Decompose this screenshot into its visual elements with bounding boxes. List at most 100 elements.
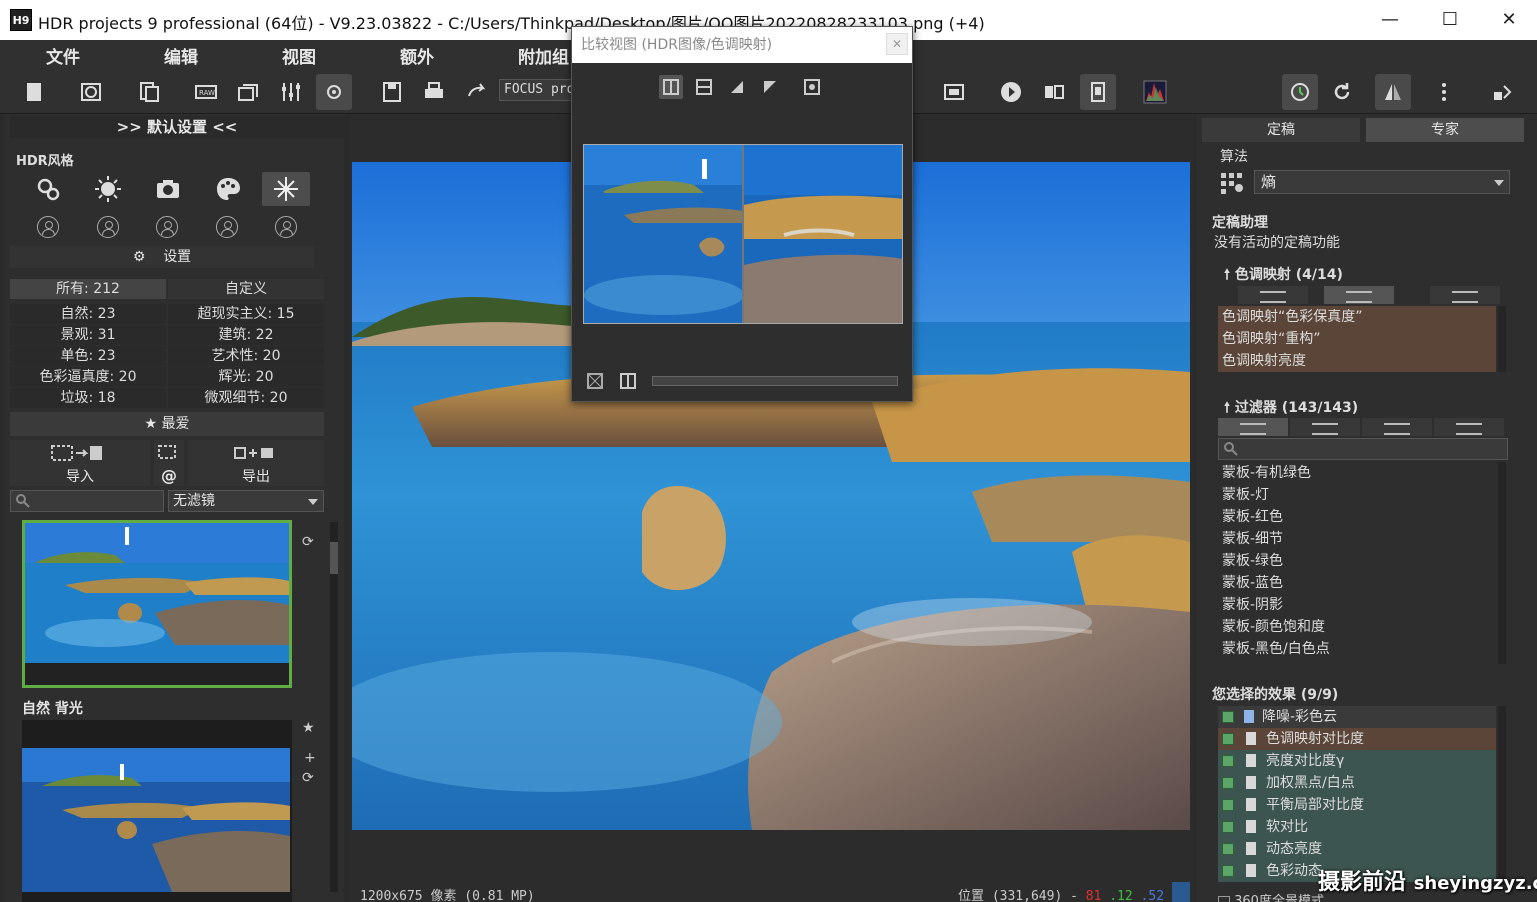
view-mode-button[interactable] xyxy=(1324,286,1394,304)
more-icon[interactable] xyxy=(1426,74,1462,110)
category-architecture[interactable]: 建筑: 22 xyxy=(168,325,324,345)
style-camera-icon[interactable] xyxy=(144,172,192,206)
category-trash[interactable]: 垃圾: 18 xyxy=(10,388,166,408)
category-micro-detail[interactable]: 微观细节: 20 xyxy=(168,388,324,408)
new-file-icon[interactable] xyxy=(16,74,52,110)
crop-icon[interactable] xyxy=(1080,74,1116,110)
preset-thumbnail-selected[interactable] xyxy=(22,520,292,688)
effect-item[interactable]: 色调映射对比度 xyxy=(1218,728,1496,750)
view-mode-button[interactable] xyxy=(1362,418,1432,436)
filter-dropdown[interactable]: 无滤镜 xyxy=(168,490,324,512)
split-diagonal-reverse-icon[interactable] xyxy=(758,75,782,99)
effect-item[interactable]: 降噪-彩色云 xyxy=(1218,706,1496,728)
style-gears-icon[interactable] xyxy=(24,172,72,206)
image-stack-icon[interactable] xyxy=(230,74,266,110)
menu-edit[interactable]: 编辑 xyxy=(164,43,198,68)
filter-search-input[interactable] xyxy=(1218,438,1508,460)
play-icon[interactable] xyxy=(993,74,1029,110)
algorithm-dropdown[interactable]: 熵 xyxy=(1254,170,1510,194)
menu-view[interactable]: 视图 xyxy=(282,43,316,68)
list-item[interactable]: 色调映射“重构” xyxy=(1218,328,1496,350)
tonemap-section-header[interactable]: 🠕 色调映射 (4/14) xyxy=(1224,264,1343,288)
close-button[interactable]: ✕ xyxy=(1489,6,1529,34)
import-button[interactable]: 导入 xyxy=(10,440,150,486)
menu-extra[interactable]: 额外 xyxy=(400,43,434,68)
category-natural[interactable]: 自然: 23 xyxy=(10,304,166,324)
hdr-settings-icon[interactable] xyxy=(316,74,352,110)
preset-thumbnail[interactable] xyxy=(22,720,292,902)
style-sparkle-icon[interactable] xyxy=(262,172,310,206)
save-icon[interactable] xyxy=(374,74,410,110)
category-surreal[interactable]: 超现实主义: 15 xyxy=(168,304,324,324)
compare-grid-icon[interactable] xyxy=(800,75,824,99)
list-item[interactable]: 蒙板-红色 xyxy=(1218,506,1496,528)
tab-expert[interactable]: 专家 xyxy=(1366,118,1524,142)
category-custom[interactable]: 自定义 xyxy=(168,279,324,299)
slideshow-icon[interactable] xyxy=(936,74,972,110)
rotate-icon[interactable] xyxy=(1324,74,1360,110)
preset-search-input[interactable] xyxy=(10,490,164,512)
list-item[interactable]: 蒙板-蓝色 xyxy=(1218,572,1496,594)
category-all[interactable]: 所有: 212 xyxy=(10,279,166,299)
list-item[interactable]: 蒙板-颜色饱和度 xyxy=(1218,616,1496,638)
focus-pro-button[interactable]: FOCUS pro xyxy=(499,79,579,101)
category-color-fidelity[interactable]: 色彩逼真度: 20 xyxy=(10,367,166,387)
minimize-button[interactable]: — xyxy=(1370,6,1410,34)
effect-item[interactable]: 平衡局部对比度 xyxy=(1218,794,1496,816)
list-item[interactable]: 蒙板-阴影 xyxy=(1218,594,1496,616)
sliders-icon[interactable] xyxy=(273,74,309,110)
list-item[interactable]: 蒙板-有机绿色 xyxy=(1218,462,1496,484)
category-glow[interactable]: 辉光: 20 xyxy=(168,367,324,387)
split-vertical-icon[interactable] xyxy=(659,75,683,99)
export-down-icon[interactable] xyxy=(1484,74,1520,110)
user-preset-icon[interactable] xyxy=(156,216,178,238)
category-artistic[interactable]: 艺术性: 20 xyxy=(168,346,324,366)
compare-close-button[interactable]: ✕ xyxy=(886,33,908,55)
user-preset-icon[interactable] xyxy=(275,216,297,238)
style-brightness-icon[interactable] xyxy=(84,172,132,206)
auto-adjust-icon[interactable] xyxy=(1282,74,1318,110)
list-item[interactable]: 色调映射“色彩保真度” xyxy=(1218,306,1496,328)
mirror-icon[interactable] xyxy=(1375,74,1411,110)
effect-checkbox[interactable] xyxy=(1222,711,1234,723)
open-series-icon[interactable] xyxy=(131,74,167,110)
effect-checkbox[interactable] xyxy=(1222,755,1234,767)
favorites-button[interactable]: ★ 最爱 xyxy=(10,412,324,436)
compare-split-toggle-icon[interactable] xyxy=(616,369,640,393)
compare-slider[interactable] xyxy=(652,376,898,386)
view-mode-button[interactable] xyxy=(1238,286,1308,304)
history-icon[interactable] xyxy=(73,74,109,110)
preset-scrollbar[interactable] xyxy=(330,522,338,892)
category-mono[interactable]: 单色: 23 xyxy=(10,346,166,366)
effect-item[interactable]: 加权黑点/白点 xyxy=(1218,772,1496,794)
favorite-star-icon[interactable]: ★ xyxy=(302,720,315,736)
histogram-icon[interactable] xyxy=(1137,74,1173,110)
checkbox-box[interactable] xyxy=(1218,895,1230,902)
export-button[interactable]: 导出 xyxy=(188,440,324,486)
menu-addons[interactable]: 附加组 xyxy=(518,43,569,68)
view-mode-button[interactable] xyxy=(1290,418,1360,436)
panorama-mode-checkbox[interactable]: 360度全景模式 xyxy=(1218,890,1324,902)
user-preset-icon[interactable] xyxy=(216,216,238,238)
preset-header[interactable]: >> 默认设置 << xyxy=(10,116,344,138)
effect-item[interactable]: 亮度对比度γ xyxy=(1218,750,1496,772)
list-item[interactable]: 色调映射亮度 xyxy=(1218,350,1496,372)
effect-item[interactable]: 软对比 xyxy=(1218,816,1496,838)
print-icon[interactable] xyxy=(416,74,452,110)
compare-icon[interactable] xyxy=(1036,74,1072,110)
effect-checkbox[interactable] xyxy=(1222,843,1234,855)
tonemap-scrollbar[interactable] xyxy=(1498,306,1506,372)
style-palette-icon[interactable] xyxy=(204,172,252,206)
maximize-button[interactable]: ☐ xyxy=(1430,6,1470,34)
effect-checkbox[interactable] xyxy=(1222,821,1234,833)
view-mode-button[interactable] xyxy=(1430,286,1500,304)
list-item[interactable]: 蒙板-灯 xyxy=(1218,484,1496,506)
effect-checkbox[interactable] xyxy=(1222,733,1234,745)
effect-checkbox[interactable] xyxy=(1222,799,1234,811)
list-item[interactable]: 蒙板-黑色/白色点 xyxy=(1218,638,1496,660)
split-horizontal-icon[interactable] xyxy=(692,75,716,99)
raw-icon[interactable]: RAW xyxy=(188,74,224,110)
user-preset-icon[interactable] xyxy=(37,216,59,238)
refresh-icon[interactable]: ⟳ xyxy=(302,770,314,786)
split-diagonal-icon[interactable] xyxy=(725,75,749,99)
